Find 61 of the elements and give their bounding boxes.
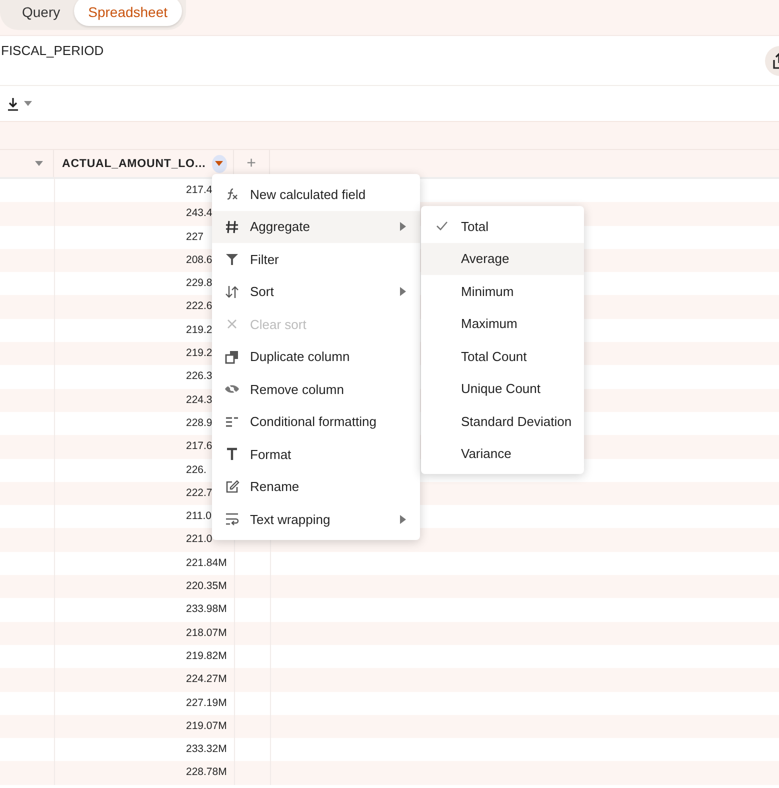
text-icon — [224, 446, 240, 462]
column-header: ACTUAL_AMOUNT_LO... — [62, 158, 206, 170]
sheet-title: FISCAL_PERIOD — [1, 43, 104, 58]
menu-item[interactable]: Remove column — [212, 373, 420, 406]
table-cell-text: 233.32M — [186, 742, 228, 758]
menu-item[interactable]: Rename — [212, 470, 420, 503]
menu-item[interactable]: Average — [421, 242, 584, 275]
wrap-icon — [224, 511, 240, 528]
menu-item[interactable]: Unique Count — [421, 372, 584, 405]
download-button[interactable] — [6, 96, 32, 110]
download-icon — [6, 96, 20, 110]
menu-item[interactable]: Format — [212, 438, 420, 470]
menu-item[interactable]: Duplicate column — [212, 340, 420, 373]
table-cell-text: 227.19M — [186, 696, 228, 711]
table-cell-text: 227 — [186, 230, 205, 245]
table-cell-text: 219.82M — [186, 648, 228, 664]
menu-item[interactable]: Filter — [212, 243, 420, 276]
table-cell-text: 220.35M — [186, 579, 228, 594]
table-cell-text: 211.0 — [186, 509, 212, 524]
table-cell-text: 228.9 — [186, 416, 214, 431]
table-cell-text: 221.0 — [186, 532, 214, 548]
tab[interactable]: Spreadsheet — [74, 0, 182, 26]
caret-icon[interactable] — [35, 161, 43, 166]
tab[interactable]: Query — [8, 0, 74, 26]
menu-item[interactable]: Total Count — [421, 340, 584, 372]
table-cell-text: 221.84M — [186, 556, 228, 571]
column-menu-button[interactable] — [212, 154, 227, 172]
table-cell-text: 208.6 — [186, 252, 214, 268]
menu-item[interactable]: Aggregate — [212, 210, 420, 243]
menu-item[interactable]: Conditional formatting — [212, 406, 420, 438]
caret-icon — [24, 101, 32, 106]
table-cell-text: 226.3 — [186, 369, 214, 384]
menu-item[interactable]: Text wrapping — [212, 503, 420, 536]
menu-item[interactable]: Sort — [212, 276, 420, 308]
table-cell-text: 224.27M — [186, 672, 228, 688]
edit-icon — [224, 478, 240, 495]
table-cell-text: 229.8 — [186, 276, 214, 292]
menu-item[interactable]: Total — [421, 210, 584, 242]
hash-icon — [224, 218, 240, 235]
menu-item[interactable]: Maximum — [421, 308, 584, 340]
table-cell-text: 222.7 — [186, 486, 214, 501]
menu-item[interactable]: New calculated field — [212, 178, 420, 210]
table-cell-text: 217.6 — [186, 439, 214, 454]
caret-icon — [215, 161, 224, 166]
menu-item[interactable]: Minimum — [421, 275, 584, 308]
table-cell-text: 233.98M — [186, 602, 228, 618]
table-cell-text: 226. — [186, 462, 208, 478]
sort-icon — [224, 284, 240, 300]
table-cell-text: 222.6 — [186, 299, 214, 314]
table-cell-text: 218.07M — [186, 626, 228, 641]
table-cell-text: 228.78M — [186, 765, 228, 780]
duplicate-icon — [224, 348, 240, 365]
table-cell-text: 224.3 — [186, 392, 214, 408]
menu-item[interactable]: Variance — [421, 438, 584, 470]
table-cell-text: 219.07M — [186, 718, 228, 734]
menu-item[interactable]: Standard Deviation — [421, 405, 584, 438]
table-cell-text: 217.4 — [186, 183, 214, 198]
filter-icon — [224, 251, 240, 268]
table-cell-text: 219.2 — [186, 346, 214, 362]
table-cell-text: 219.2 — [186, 322, 214, 338]
table-cell-text: 243.4 — [186, 206, 214, 222]
